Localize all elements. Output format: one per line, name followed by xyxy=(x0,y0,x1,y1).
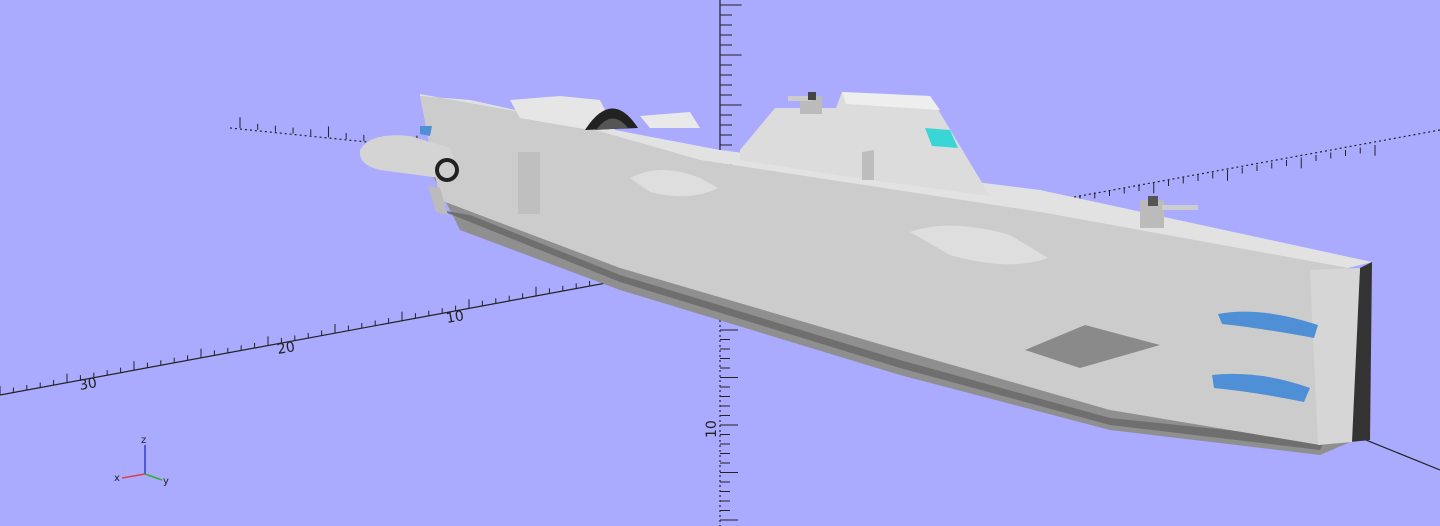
tick-label-x-30: 30 xyxy=(78,375,98,394)
gizmo-x-label: x xyxy=(114,473,120,484)
gizmo-y-label: y xyxy=(163,476,169,487)
hull-stern-face xyxy=(1310,268,1360,445)
tick-label-x-20: 20 xyxy=(276,339,296,358)
hatch-door xyxy=(862,150,874,180)
tick-label-z-10: 10 xyxy=(704,420,720,438)
tick-label-x-10: 10 xyxy=(445,308,465,327)
bow-pod-intake-inner xyxy=(439,162,455,178)
scene-canvas[interactable]: 30 20 10 10 z x y xyxy=(0,0,1440,526)
3d-viewport[interactable]: 30 20 10 10 z x y xyxy=(0,0,1440,526)
hull-panel-forward xyxy=(518,152,540,214)
gizmo-z-label: z xyxy=(141,435,146,446)
